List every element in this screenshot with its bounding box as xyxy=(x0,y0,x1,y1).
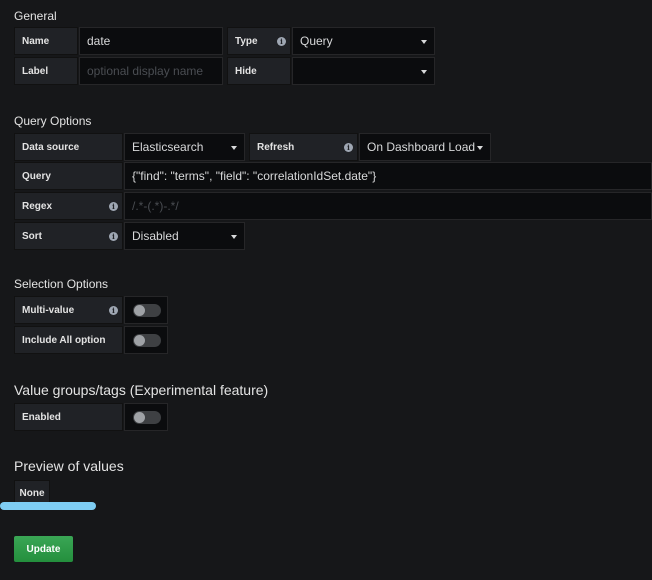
caret-down-icon xyxy=(231,235,237,239)
sort-select-value: Disabled xyxy=(132,229,179,243)
caret-down-icon xyxy=(421,40,427,44)
multi-value-switch-box xyxy=(124,296,168,324)
query-label: Query xyxy=(14,162,123,190)
datasource-select-value: Elasticsearch xyxy=(132,140,204,154)
type-select-value: Query xyxy=(300,34,333,48)
caret-down-icon xyxy=(421,70,427,74)
query-input[interactable]: {"find": "terms", "field": "correlationI… xyxy=(124,162,652,190)
regex-input[interactable]: /.*-(.*)-.*/ xyxy=(124,192,652,220)
info-circle-icon: i xyxy=(277,37,286,46)
regex-label: Regex i xyxy=(14,192,123,220)
name-input[interactable]: date xyxy=(79,27,223,55)
general-heading: General xyxy=(14,9,57,23)
name-label: Name xyxy=(14,27,78,55)
highlight-mark xyxy=(0,502,96,510)
multi-value-label: Multi-value i xyxy=(14,296,123,324)
selection-options-heading: Selection Options xyxy=(14,277,109,291)
update-button[interactable]: Update xyxy=(14,536,73,562)
info-circle-icon: i xyxy=(109,202,118,211)
info-circle-icon: i xyxy=(344,143,353,152)
sort-label-text: Sort xyxy=(22,230,42,242)
preview-heading: Preview of values xyxy=(14,458,124,474)
info-circle-icon: i xyxy=(109,306,118,315)
include-all-switch[interactable] xyxy=(133,334,161,347)
type-label-text: Type xyxy=(235,35,258,47)
enabled-switch-box xyxy=(124,403,168,431)
sort-select[interactable]: Disabled xyxy=(124,222,245,250)
enabled-label: Enabled xyxy=(14,403,123,431)
datasource-select[interactable]: Elasticsearch xyxy=(124,133,245,161)
label-label: Label xyxy=(14,57,78,85)
switch-knob xyxy=(134,412,145,423)
regex-label-text: Regex xyxy=(22,200,53,212)
switch-knob xyxy=(134,335,145,346)
info-circle-icon: i xyxy=(109,232,118,241)
type-select[interactable]: Query xyxy=(292,27,435,55)
include-all-label: Include All option xyxy=(14,326,123,354)
enabled-switch[interactable] xyxy=(133,411,161,424)
multi-value-switch[interactable] xyxy=(133,304,161,317)
label-input[interactable]: optional display name xyxy=(79,57,223,85)
refresh-select[interactable]: On Dashboard Load xyxy=(359,133,491,161)
include-all-switch-box xyxy=(124,326,168,354)
hide-select[interactable] xyxy=(292,57,435,85)
multi-value-label-text: Multi-value xyxy=(22,304,75,316)
value-groups-heading: Value groups/tags (Experimental feature) xyxy=(14,382,269,398)
query-options-heading: Query Options xyxy=(14,114,92,128)
caret-down-icon xyxy=(231,146,237,150)
hide-label: Hide xyxy=(227,57,291,85)
sort-label: Sort i xyxy=(14,222,123,250)
refresh-label: Refresh i xyxy=(249,133,358,161)
datasource-label: Data source xyxy=(14,133,123,161)
caret-down-icon xyxy=(477,146,483,150)
refresh-label-text: Refresh xyxy=(257,141,295,153)
switch-knob xyxy=(134,305,145,316)
type-label: Type i xyxy=(227,27,291,55)
refresh-select-value: On Dashboard Load xyxy=(367,140,476,154)
